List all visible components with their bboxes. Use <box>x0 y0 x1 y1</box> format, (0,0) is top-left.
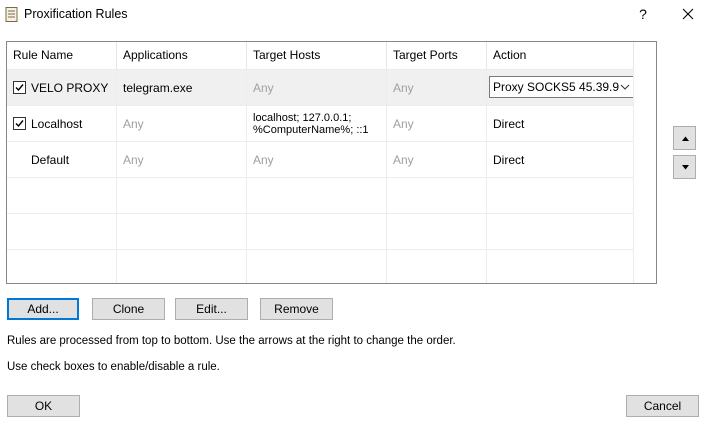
chevron-down-icon <box>620 84 630 90</box>
column-header-rule-name[interactable]: Rule Name <box>7 42 117 69</box>
help-button[interactable]: ? <box>632 3 654 25</box>
empty-cell <box>7 178 117 213</box>
applications-cell: Any <box>117 142 247 177</box>
move-up-button[interactable] <box>673 126 696 150</box>
cancel-button[interactable]: Cancel <box>626 395 699 417</box>
window-title: Proxification Rules <box>24 7 128 21</box>
action-dropdown[interactable]: Proxy SOCKS5 45.39.93. <box>489 76 633 98</box>
empty-cell <box>117 250 247 283</box>
rule-name-cell: Default <box>7 142 117 177</box>
empty-row <box>7 249 634 283</box>
empty-cell <box>387 214 487 249</box>
add-button[interactable]: Add... <box>7 298 79 320</box>
column-header-target-hosts[interactable]: Target Hosts <box>247 42 387 69</box>
column-header-action[interactable]: Action <box>487 42 634 69</box>
empty-cell <box>7 214 117 249</box>
action-cell: Direct <box>487 142 634 177</box>
action-cell: Direct <box>487 106 634 141</box>
rule-name: VELO PROXY <box>31 80 109 95</box>
rule-name: Default <box>31 152 70 167</box>
arrow-down-icon <box>682 165 689 170</box>
empty-cell <box>7 250 117 283</box>
empty-cell <box>487 250 634 283</box>
checkbox-hint-text: Use check boxes to enable/disable a rule… <box>7 361 220 373</box>
checkmark-icon <box>15 120 24 128</box>
empty-cell <box>247 250 387 283</box>
column-header-applications[interactable]: Applications <box>117 42 247 69</box>
checkmark-icon <box>15 84 24 92</box>
arrow-up-icon <box>682 136 689 141</box>
empty-cell <box>117 178 247 213</box>
target-hosts-cell: localhost; 127.0.0.1; %ComputerName%; ::… <box>247 106 387 141</box>
rule-name-cell: VELO PROXY <box>7 70 117 105</box>
table-row[interactable]: VELO PROXY telegram.exe Any Any Proxy SO… <box>7 69 634 105</box>
target-ports-cell: Any <box>387 106 487 141</box>
empty-cell <box>387 178 487 213</box>
empty-cell <box>387 250 487 283</box>
applications-cell: Any <box>117 106 247 141</box>
target-hosts-line: localhost; 127.0.0.1; <box>253 112 352 124</box>
target-ports-cell: Any <box>387 70 487 105</box>
table-row[interactable]: Default Any Any Any Direct <box>7 141 634 177</box>
column-header-target-ports[interactable]: Target Ports <box>387 42 487 69</box>
target-hosts-cell: Any <box>247 142 387 177</box>
edit-button[interactable]: Edit... <box>175 298 248 320</box>
rule-enabled-checkbox[interactable] <box>13 81 26 94</box>
empty-cell <box>247 178 387 213</box>
empty-cell <box>487 178 634 213</box>
empty-row <box>7 177 634 213</box>
target-ports-cell: Any <box>387 142 487 177</box>
clone-button[interactable]: Clone <box>92 298 165 320</box>
action-dropdown-value: Proxy SOCKS5 45.39.93. <box>493 80 619 94</box>
target-hosts-cell: Any <box>247 70 387 105</box>
remove-button[interactable]: Remove <box>260 298 333 320</box>
order-hint-text: Rules are processed from top to bottom. … <box>7 335 456 347</box>
empty-row <box>7 213 634 249</box>
empty-cell <box>117 214 247 249</box>
target-hosts-line: %ComputerName%; ::1 <box>253 124 369 136</box>
close-button[interactable] <box>676 3 700 25</box>
empty-cell <box>487 214 634 249</box>
rule-name-cell: Localhost <box>7 106 117 141</box>
rules-document-icon <box>5 7 18 22</box>
rules-table[interactable]: Rule Name Applications Target Hosts Targ… <box>6 41 657 284</box>
table-header: Rule Name Applications Target Hosts Targ… <box>7 42 634 69</box>
table-row[interactable]: Localhost Any localhost; 127.0.0.1; %Com… <box>7 105 634 141</box>
title-bar: Proxification Rules ? <box>0 0 706 30</box>
move-down-button[interactable] <box>673 155 696 179</box>
ok-button[interactable]: OK <box>7 395 80 417</box>
close-icon <box>682 8 694 20</box>
rule-enabled-checkbox[interactable] <box>13 117 26 130</box>
action-cell: Proxy SOCKS5 45.39.93. <box>487 70 634 105</box>
rule-name: Localhost <box>31 116 83 131</box>
empty-cell <box>247 214 387 249</box>
applications-cell: telegram.exe <box>117 70 247 105</box>
